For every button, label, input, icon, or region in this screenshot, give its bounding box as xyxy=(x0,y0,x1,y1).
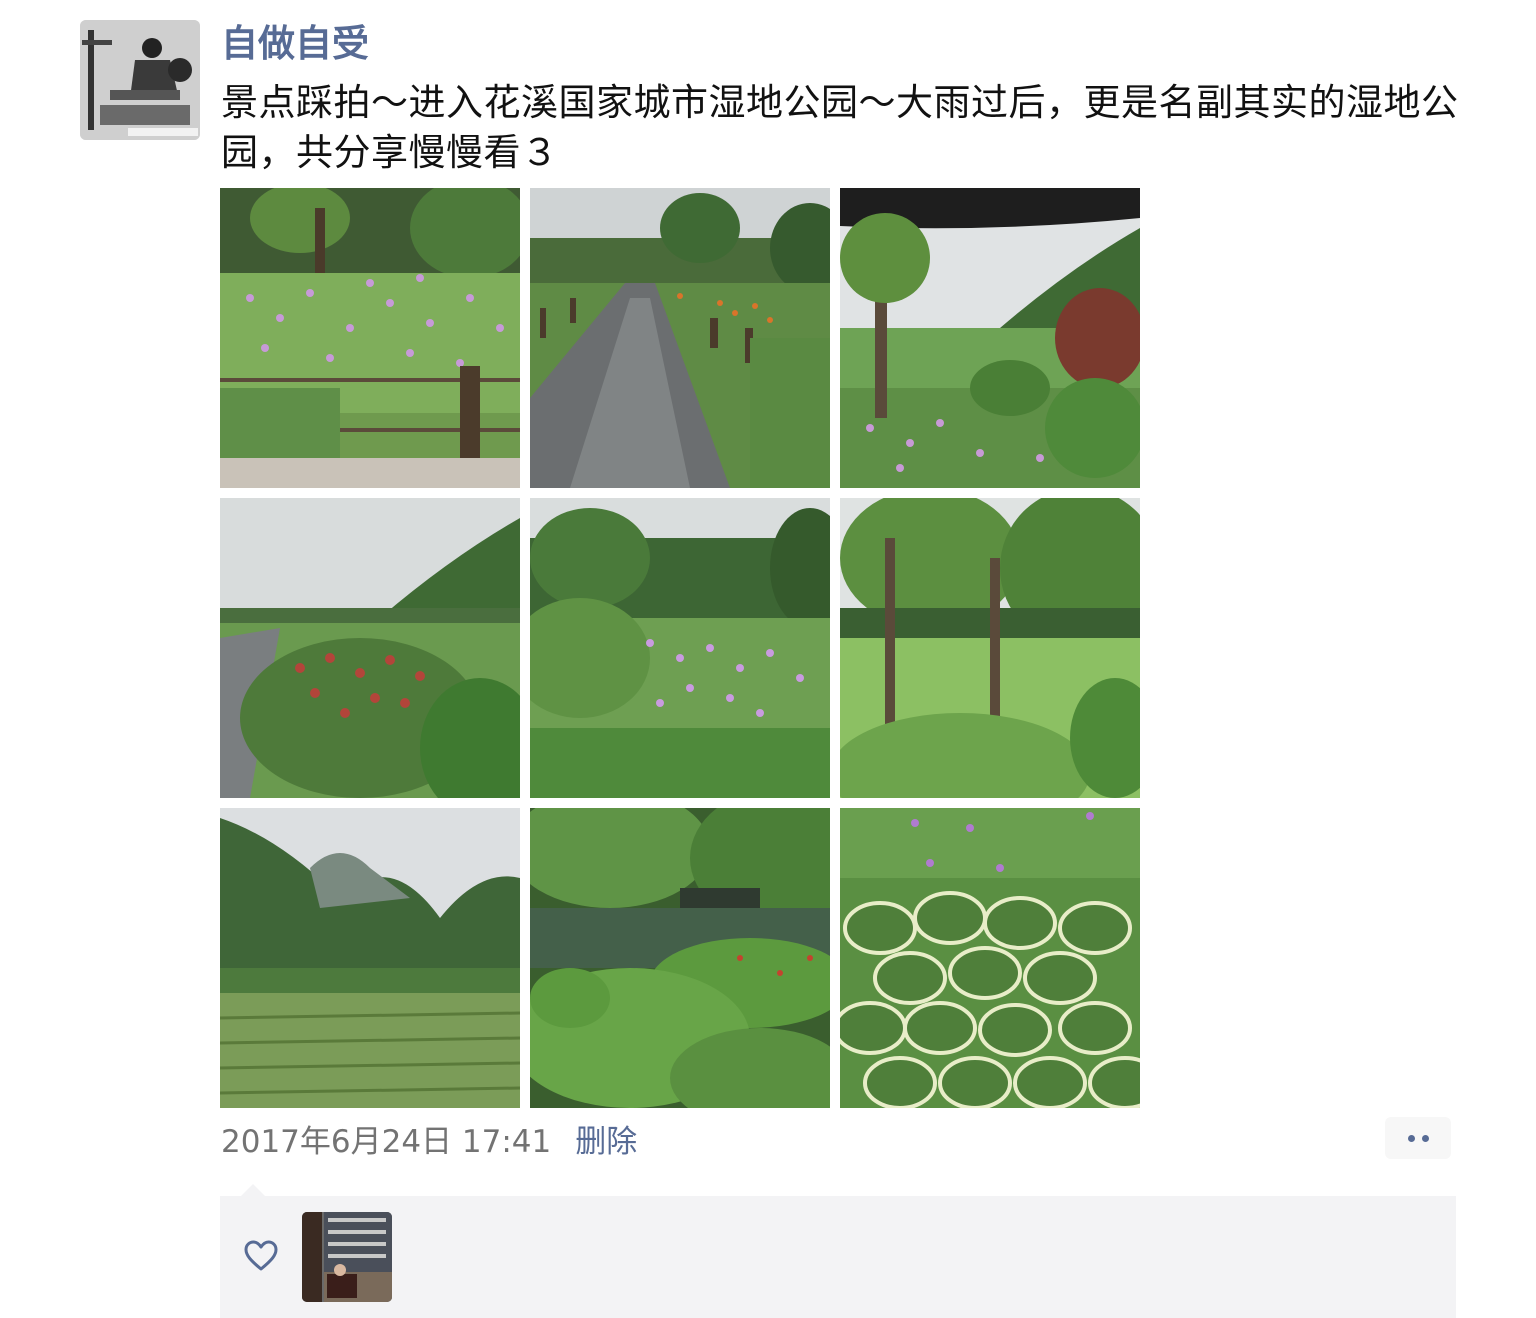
author-name[interactable]: 自做自受 xyxy=(221,20,369,68)
post-meta: 2017年6月24日 17:41 删除 xyxy=(221,1116,637,1160)
photo-2[interactable] xyxy=(530,188,830,488)
photo-grid xyxy=(220,188,1140,1108)
photo-5[interactable] xyxy=(530,498,830,798)
post-timestamp: 2017年6月24日 17:41 xyxy=(221,1123,552,1160)
photo-6[interactable] xyxy=(840,498,1140,798)
photo-9[interactable] xyxy=(840,808,1140,1108)
likes-panel xyxy=(220,1196,1456,1318)
photo-8[interactable] xyxy=(530,808,830,1108)
photo-1[interactable] xyxy=(220,188,520,488)
liker-avatar[interactable] xyxy=(302,1212,392,1302)
two-dots-icon xyxy=(1421,1134,1429,1142)
two-dots-icon xyxy=(1407,1134,1415,1142)
delete-button[interactable]: 删除 xyxy=(575,1116,637,1161)
more-actions-button[interactable] xyxy=(1385,1117,1451,1159)
heart-outline-icon xyxy=(244,1240,278,1272)
photo-4[interactable] xyxy=(220,498,520,798)
author-avatar[interactable] xyxy=(80,20,200,140)
photo-7[interactable] xyxy=(220,808,520,1108)
moments-post: 自做自受 景点踩拍～进入花溪国家城市湿地公园～大雨过后，更是名副其实的湿地公园，… xyxy=(0,0,1536,1318)
post-text: 景点踩拍～进入花溪国家城市湿地公园～大雨过后，更是名副其实的湿地公园，共分享慢慢… xyxy=(221,81,1459,174)
photo-3[interactable] xyxy=(840,188,1140,488)
